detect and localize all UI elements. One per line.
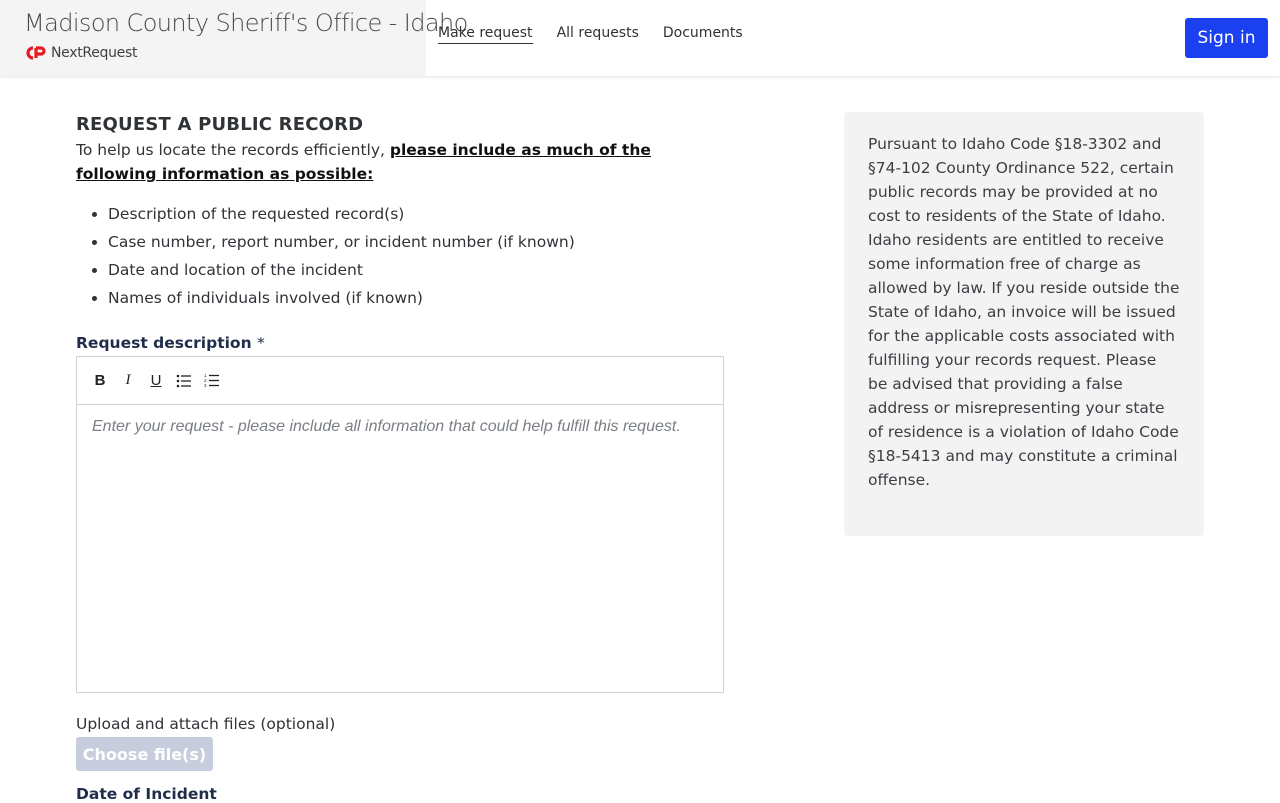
residency-notice: Pursuant to Idaho Code §18-3302 and §74-… (844, 112, 1204, 536)
request-description-input[interactable]: Enter your request - please include all … (77, 405, 723, 449)
bold-label: B (94, 372, 106, 389)
italic-label: I (125, 372, 131, 388)
underline-icon[interactable]: U (145, 370, 167, 392)
top-navigation-bar: Madison County Sheriff's Office - Idaho … (0, 0, 1280, 76)
list-item: Names of individuals involved (if known) (108, 284, 726, 312)
nextrequest-wordmark: NextRequest (51, 45, 138, 61)
request-tips-list: Description of the requested record(s) C… (76, 200, 726, 312)
choose-files-button[interactable]: Choose file(s) (76, 737, 213, 771)
request-description-label-text: Request description (76, 334, 252, 352)
nextrequest-logo-icon (26, 46, 46, 60)
list-item: Case number, report number, or incident … (108, 228, 726, 256)
date-of-incident-label: Date of Incident (76, 785, 217, 803)
italic-icon[interactable]: I (117, 370, 139, 392)
required-marker: * (257, 334, 265, 352)
request-description-label: Request description * (76, 334, 726, 352)
bulleted-list-icon[interactable] (173, 370, 195, 392)
intro-text: To help us locate the records efficientl… (76, 141, 390, 159)
residency-notice-text: Pursuant to Idaho Code §18-3302 and §74-… (868, 135, 1180, 489)
sign-in-button[interactable]: Sign in (1185, 18, 1268, 58)
underline-label: U (150, 372, 162, 389)
page-title: REQUEST A PUBLIC RECORD (76, 114, 364, 135)
nextrequest-brand[interactable]: NextRequest (25, 45, 137, 61)
nav-make-request[interactable]: Make request (438, 25, 533, 44)
agency-name[interactable]: Madison County Sheriff's Office - Idaho (24, 9, 468, 37)
svg-text:3: 3 (204, 383, 207, 388)
request-description-editor: B I U 1 2 3 Enter your request - please … (76, 356, 724, 693)
upload-files-label: Upload and attach files (optional) (76, 715, 336, 733)
main-nav: Make request All requests Documents (438, 25, 743, 44)
list-item: Description of the requested record(s) (108, 200, 726, 228)
intro-paragraph: To help us locate the records efficientl… (76, 138, 726, 186)
nav-documents[interactable]: Documents (663, 25, 743, 44)
nav-all-requests[interactable]: All requests (557, 25, 639, 44)
bold-icon[interactable]: B (89, 370, 111, 392)
request-form: REQUEST A PUBLIC RECORD To help us locat… (76, 114, 726, 803)
numbered-list-icon[interactable]: 1 2 3 (201, 370, 223, 392)
editor-toolbar: B I U 1 2 3 (77, 357, 723, 405)
brand-area: Madison County Sheriff's Office - Idaho … (0, 0, 468, 76)
list-item: Date and location of the incident (108, 256, 726, 284)
